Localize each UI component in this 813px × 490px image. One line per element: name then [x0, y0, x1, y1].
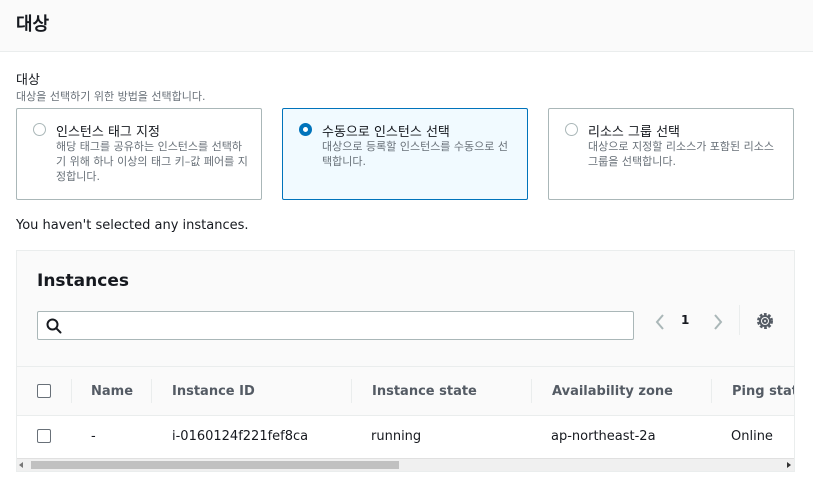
row-checkbox[interactable] — [37, 429, 51, 443]
column-divider — [711, 379, 712, 403]
option-description: 대상으로 지정할 리소스가 포함된 리소스 그룹을 선택합니다. — [588, 140, 775, 168]
instances-panel: Instances 1 Name Instance ID Instance st… — [16, 250, 795, 472]
cell-name: - — [91, 429, 96, 444]
table-header: Name Instance ID Instance state Availabi… — [17, 366, 794, 416]
scroll-left-icon[interactable] — [19, 462, 23, 468]
page-header: 대상 — [0, 0, 813, 52]
option-title: 리소스 그룹 선택 — [588, 125, 680, 140]
selection-notice: You haven't selected any instances. — [16, 218, 249, 233]
page-number[interactable]: 1 — [681, 313, 689, 327]
option-title: 인스턴스 태그 지정 — [56, 125, 160, 140]
target-label: 대상 — [16, 73, 40, 88]
column-header-instance-state[interactable]: Instance state — [372, 384, 477, 399]
column-header-availability-zone[interactable]: Availability zone — [552, 384, 673, 399]
option-radio-tags[interactable] — [33, 123, 46, 136]
column-header-instance-id[interactable]: Instance ID — [172, 384, 255, 399]
option-radio-resource-group[interactable] — [565, 123, 578, 136]
column-divider — [71, 379, 72, 403]
table-row[interactable]: - i-0160124f221fef8ca running ap-northea… — [17, 416, 794, 458]
instances-table: Name Instance ID Instance state Availabi… — [17, 366, 794, 471]
target-description: 대상을 선택하기 위한 방법을 선택합니다. — [16, 90, 206, 103]
column-divider — [151, 379, 152, 403]
option-tile-manual[interactable]: 수동으로 인스턴스 선택 대상으로 등록할 인스턴스를 수동으로 선택합니다. — [282, 108, 528, 200]
column-header-ping-status[interactable]: Ping statu — [732, 384, 794, 399]
option-description: 해당 태그를 공유하는 인스턴스를 선택하기 위해 하나 이상의 태그 키–값 … — [56, 140, 248, 183]
chevron-right-icon[interactable] — [707, 310, 727, 334]
cell-instance-state: running — [371, 429, 422, 444]
cell-ping-status: Online — [731, 429, 773, 444]
pager-divider — [739, 305, 740, 335]
cell-availability-zone: ap-northeast-2a — [551, 429, 656, 444]
column-divider — [531, 379, 532, 403]
search-input[interactable] — [37, 311, 634, 340]
cell-instance-id: i-0160124f221fef8ca — [172, 429, 309, 444]
select-all-checkbox[interactable] — [37, 384, 51, 398]
gear-icon[interactable] — [754, 310, 776, 332]
scroll-right-icon[interactable] — [787, 462, 791, 468]
column-divider — [351, 379, 352, 403]
option-title: 수동으로 인스턴스 선택 — [322, 125, 450, 140]
scrollbar-thumb[interactable] — [31, 461, 399, 469]
option-tile-tags[interactable]: 인스턴스 태그 지정 해당 태그를 공유하는 인스턴스를 선택하기 위해 하나 … — [16, 108, 262, 200]
option-radio-manual[interactable] — [299, 123, 312, 136]
option-tile-resource-group[interactable]: 리소스 그룹 선택 대상으로 지정할 리소스가 포함된 리소스 그룹을 선택합니… — [548, 108, 794, 200]
horizontal-scrollbar[interactable] — [17, 458, 794, 471]
page-title: 대상 — [16, 14, 50, 35]
option-description: 대상으로 등록할 인스턴스를 수동으로 선택합니다. — [322, 140, 509, 168]
chevron-left-icon[interactable] — [651, 310, 671, 334]
instances-title: Instances — [37, 271, 129, 291]
search-icon — [46, 318, 62, 334]
column-header-name[interactable]: Name — [91, 384, 133, 399]
